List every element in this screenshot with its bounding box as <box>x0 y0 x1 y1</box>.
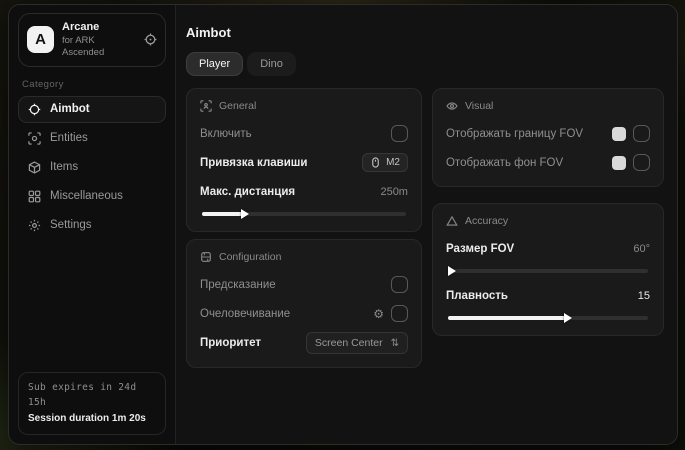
panel-title: Configuration <box>219 251 281 263</box>
keybind-label: Привязка клавиши <box>200 157 307 169</box>
humanization-label: Очеловечивание <box>200 308 290 320</box>
slider-fill <box>448 269 450 273</box>
keybind-button[interactable]: M2 <box>362 153 408 172</box>
smoothness-slider[interactable] <box>448 316 648 320</box>
sub-expires-text: Sub expires in 24d 15h <box>28 381 156 410</box>
triangle-icon <box>446 215 458 227</box>
enable-label: Включить <box>200 128 252 140</box>
smoothness-value: 15 <box>638 290 650 302</box>
max-distance-label: Макс. дистанция <box>200 186 295 198</box>
smoothness-label: Плавность <box>446 290 508 302</box>
sidebar: A Arcane for ARK Ascended Category <box>9 5 176 444</box>
mouse-icon <box>370 157 381 168</box>
prediction-label: Предсказание <box>200 279 276 291</box>
humanization-settings-icon[interactable]: ⚙ <box>373 308 384 320</box>
enable-checkbox[interactable] <box>391 125 408 142</box>
page-title: Aimbot <box>186 25 664 40</box>
sidebar-item-label: Items <box>50 161 78 173</box>
slider-fill <box>202 212 243 216</box>
sidebar-item-label: Aimbot <box>50 103 90 115</box>
target-icon[interactable] <box>144 33 157 46</box>
panel-title: Accuracy <box>465 215 508 227</box>
panel-general: General Включить Привязка клавиши <box>186 88 422 232</box>
slider-fill <box>448 316 566 320</box>
tab-bar: Player Dino <box>186 52 664 76</box>
priority-selected-value: Screen Center <box>315 337 383 349</box>
max-distance-slider[interactable] <box>202 212 406 216</box>
priority-label: Приоритет <box>200 337 261 349</box>
app-title-block: Arcane for ARK Ascended <box>62 21 136 59</box>
fov-size-slider[interactable] <box>448 269 648 273</box>
tab-player[interactable]: Player <box>186 52 243 76</box>
sidebar-spacer <box>18 239 166 373</box>
panel-configuration: Configuration Предсказание Очеловечивани… <box>186 239 422 368</box>
sidebar-item-label: Miscellaneous <box>50 190 123 202</box>
sidebar-item-label: Settings <box>50 219 92 231</box>
sidebar-item-entities[interactable]: Entities <box>18 125 166 152</box>
sidebar-item-miscellaneous[interactable]: Miscellaneous <box>18 183 166 210</box>
session-info-card: Sub expires in 24d 15h Session duration … <box>18 372 166 435</box>
box-icon <box>27 161 41 174</box>
max-distance-value: 250m <box>380 186 408 198</box>
scan-person-icon <box>200 100 212 112</box>
unfold-arrows-icon: ⇅ <box>391 338 399 349</box>
fov-border-checkbox[interactable] <box>633 125 650 142</box>
sidebar-nav: Aimbot Entities Items <box>18 96 166 239</box>
tune-icon <box>200 251 212 263</box>
priority-dropdown[interactable]: Screen Center ⇅ <box>306 332 408 354</box>
app-name: Arcane <box>62 21 136 35</box>
grid-icon <box>27 190 41 203</box>
tab-dino[interactable]: Dino <box>247 52 296 76</box>
prediction-checkbox[interactable] <box>391 276 408 293</box>
panel-accuracy: Accuracy Размер FOV 60° Плавность 15 <box>432 203 664 336</box>
panel-title: Visual <box>465 100 493 112</box>
fov-border-label: Отображать границу FOV <box>446 128 583 140</box>
sidebar-item-aimbot[interactable]: Aimbot <box>18 96 166 123</box>
main-content: Aimbot Player Dino General <box>176 5 677 444</box>
keybind-value: M2 <box>386 157 400 168</box>
app-window: A Arcane for ARK Ascended Category <box>8 4 678 445</box>
sidebar-item-items[interactable]: Items <box>18 154 166 181</box>
fov-background-color-swatch[interactable] <box>612 156 626 170</box>
panel-visual: Visual Отображать границу FOV Отображать… <box>432 88 664 187</box>
app-logo: A <box>27 26 54 53</box>
session-duration-text: Session duration 1m 20s <box>28 411 156 427</box>
panel-title: General <box>219 100 256 112</box>
crosshair-icon <box>27 103 41 116</box>
eye-icon <box>446 100 458 112</box>
logo-card: A Arcane for ARK Ascended <box>18 13 166 67</box>
scan-icon <box>27 132 41 145</box>
sidebar-item-label: Entities <box>50 132 88 144</box>
fov-background-checkbox[interactable] <box>633 154 650 171</box>
gear-icon <box>27 219 41 232</box>
humanization-checkbox[interactable] <box>391 305 408 322</box>
app-subtitle: for ARK Ascended <box>62 35 136 59</box>
fov-size-label: Размер FOV <box>446 243 514 255</box>
fov-border-color-swatch[interactable] <box>612 127 626 141</box>
fov-background-label: Отображать фон FOV <box>446 157 563 169</box>
sidebar-item-settings[interactable]: Settings <box>18 212 166 239</box>
fov-size-value: 60° <box>633 243 650 255</box>
category-label: Category <box>22 79 162 90</box>
